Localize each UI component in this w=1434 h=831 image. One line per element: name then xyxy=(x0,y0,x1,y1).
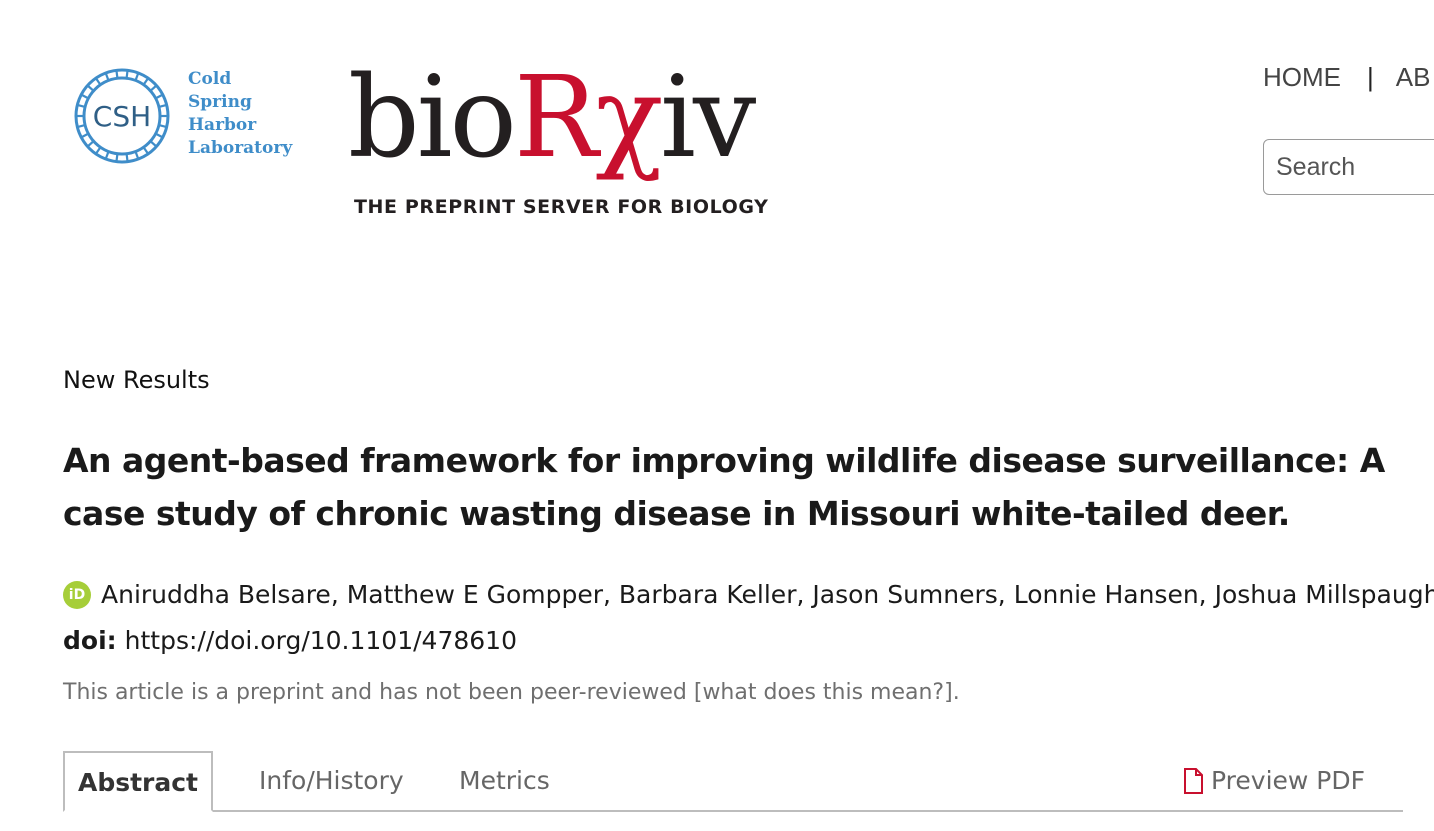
cshl-line: Cold xyxy=(188,69,232,89)
peer-review-note: This article is a preprint and has not b… xyxy=(63,680,960,705)
tab-abstract[interactable]: Abstract xyxy=(63,751,213,812)
author-list: iD Aniruddha Belsare, Matthew E Gompper,… xyxy=(63,580,1434,609)
top-nav: HOME | AB xyxy=(1263,62,1430,93)
wordmark-suffix: iv xyxy=(660,53,756,183)
wordmark-accent: Rχ xyxy=(513,53,663,183)
author-name[interactable]: Joshua Millspaugh xyxy=(1215,580,1434,609)
doi-link[interactable]: https://doi.org/10.1101/478610 xyxy=(125,626,517,655)
author-separator: , xyxy=(330,580,347,609)
author-name[interactable]: Jason Sumners xyxy=(812,580,997,609)
author-separator: , xyxy=(796,580,813,609)
peer-note-link[interactable]: [what does this mean?] xyxy=(694,680,953,705)
author-name[interactable]: Lonnie Hansen xyxy=(1014,580,1199,609)
search-input[interactable] xyxy=(1263,139,1434,195)
preview-pdf-link[interactable]: Preview PDF xyxy=(1183,751,1365,810)
author-name[interactable]: Matthew E Gompper xyxy=(347,580,603,609)
article-tabs: Abstract Info/History Metrics Preview PD… xyxy=(63,751,1403,812)
biorxiv-logo[interactable]: bioRχiv THE PREPRINT SERVER FOR BIOLOGY xyxy=(348,62,788,222)
nav-about-link[interactable]: AB xyxy=(1396,62,1431,92)
biorxiv-wordmark: bioRχiv xyxy=(348,62,756,174)
author-separator: , xyxy=(603,580,619,609)
peer-note-text: This article is a preprint and has not b… xyxy=(63,680,694,705)
article-type: New Results xyxy=(63,366,210,394)
preview-pdf-label: Preview PDF xyxy=(1211,766,1365,795)
cshl-wordmark: Cold Spring Harbor Laboratory xyxy=(188,68,292,160)
orcid-icon[interactable]: iD xyxy=(63,580,91,609)
nav-home-link[interactable]: HOME xyxy=(1263,62,1341,92)
tab-metrics[interactable]: Metrics xyxy=(459,751,550,810)
doi-label: doi: xyxy=(63,626,117,655)
author-separator: , xyxy=(997,580,1014,609)
wordmark-prefix: bio xyxy=(348,53,517,183)
doi-line: doi: https://doi.org/10.1101/478610 xyxy=(63,626,517,655)
cshl-line: Spring xyxy=(188,92,252,112)
author-name[interactable]: Barbara Keller xyxy=(619,580,797,609)
pdf-file-icon xyxy=(1184,767,1204,794)
author-name[interactable]: Aniruddha Belsare xyxy=(101,580,331,609)
tab-info-history[interactable]: Info/History xyxy=(259,751,404,810)
cshl-monogram: CSH xyxy=(93,100,151,133)
article-title: An agent-based framework for improving w… xyxy=(63,441,1385,533)
biorxiv-tagline: THE PREPRINT SERVER FOR BIOLOGY xyxy=(354,196,769,218)
cshl-logo[interactable]: CSH Cold Spring Harbor Laboratory xyxy=(66,60,296,172)
author-separator: , xyxy=(1198,580,1215,609)
cshl-line: Laboratory xyxy=(188,138,293,158)
nav-separator: | xyxy=(1367,62,1374,92)
dna-helix-icon: CSH xyxy=(74,68,170,164)
peer-note-end: . xyxy=(952,680,960,705)
cshl-line: Harbor xyxy=(188,115,257,135)
page: CSH Cold Spring Harbor Laboratory bioRχi… xyxy=(0,0,1434,831)
